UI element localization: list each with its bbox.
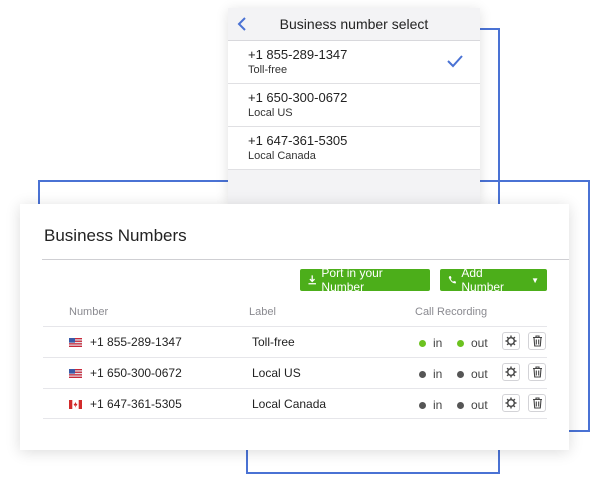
status-dot <box>457 339 464 347</box>
option-number: +1 647-361-5305 <box>248 133 348 148</box>
number-option[interactable]: +1 647-361-5305 Local Canada <box>228 127 480 170</box>
business-numbers-card: Business Numbers Port in your Number Add… <box>20 204 569 450</box>
delete-button[interactable] <box>528 363 546 381</box>
panel-header: Business number select <box>228 8 480 41</box>
phone-icon <box>448 276 456 284</box>
option-number: +1 650-300-0672 <box>248 90 348 105</box>
trash-icon <box>532 366 542 378</box>
trash-icon <box>532 335 542 347</box>
checkmark-icon <box>447 55 463 68</box>
status-dot <box>457 370 464 378</box>
delete-button[interactable] <box>528 332 546 350</box>
add-button-label: Add Number <box>461 266 505 294</box>
canada-flag-icon <box>69 400 82 409</box>
record-out-label: out <box>471 336 488 350</box>
add-number-button[interactable]: Add Number ▼ <box>440 266 547 294</box>
column-header-number: Number <box>69 306 109 318</box>
status-dot <box>419 339 426 347</box>
row-label: Toll-free <box>252 335 295 349</box>
port-button-label: Port in your Number <box>321 266 383 294</box>
record-out-toggle[interactable]: out <box>457 336 488 350</box>
record-in-label: in <box>433 336 443 350</box>
status-dot <box>419 370 426 378</box>
download-icon <box>308 275 316 285</box>
table-row: +1 647-361-5305 Local Canada in out <box>43 388 547 419</box>
trash-icon <box>532 397 542 409</box>
port-number-button[interactable]: Port in your Number <box>300 266 430 294</box>
number-option[interactable]: +1 855-289-1347 Toll-free <box>228 41 480 84</box>
us-flag-icon <box>69 369 82 378</box>
gear-icon <box>505 335 517 347</box>
row-label: Local US <box>252 366 301 380</box>
record-out-label: out <box>471 398 488 412</box>
number-option-list: +1 855-289-1347 Toll-free +1 650-300-067… <box>228 41 480 170</box>
record-in-toggle[interactable]: in <box>419 367 442 381</box>
status-dot <box>457 401 464 409</box>
record-out-toggle[interactable]: out <box>457 367 488 381</box>
option-type: Local Canada <box>248 150 316 162</box>
record-in-label: in <box>433 398 443 412</box>
settings-button[interactable] <box>502 332 520 350</box>
gear-icon <box>505 397 517 409</box>
row-number: +1 647-361-5305 <box>90 397 182 411</box>
divider <box>42 259 569 260</box>
column-header-label: Label <box>249 306 276 318</box>
record-out-label: out <box>471 367 488 381</box>
delete-button[interactable] <box>528 394 546 412</box>
row-number: +1 855-289-1347 <box>90 335 182 349</box>
column-header-recording: Call Recording <box>415 306 488 318</box>
record-in-toggle[interactable]: in <box>419 336 442 350</box>
row-number: +1 650-300-0672 <box>90 366 182 380</box>
option-type: Local US <box>248 107 293 119</box>
card-title: Business Numbers <box>44 226 187 245</box>
row-label: Local Canada <box>252 397 327 411</box>
table-row: +1 855-289-1347 Toll-free in out <box>43 326 547 357</box>
us-flag-icon <box>69 338 82 347</box>
gear-icon <box>505 366 517 378</box>
settings-button[interactable] <box>502 394 520 412</box>
dropdown-caret-icon: ▼ <box>531 275 539 285</box>
settings-button[interactable] <box>502 363 520 381</box>
number-option[interactable]: +1 650-300-0672 Local US <box>228 84 480 127</box>
record-in-toggle[interactable]: in <box>419 398 442 412</box>
back-chevron-icon[interactable] <box>234 15 252 33</box>
status-dot <box>419 401 426 409</box>
panel-title: Business number select <box>279 16 429 32</box>
number-select-panel: Business number select +1 855-289-1347 T… <box>228 8 480 204</box>
table-row: +1 650-300-0672 Local US in out <box>43 357 547 388</box>
record-out-toggle[interactable]: out <box>457 398 488 412</box>
record-in-label: in <box>433 367 443 381</box>
